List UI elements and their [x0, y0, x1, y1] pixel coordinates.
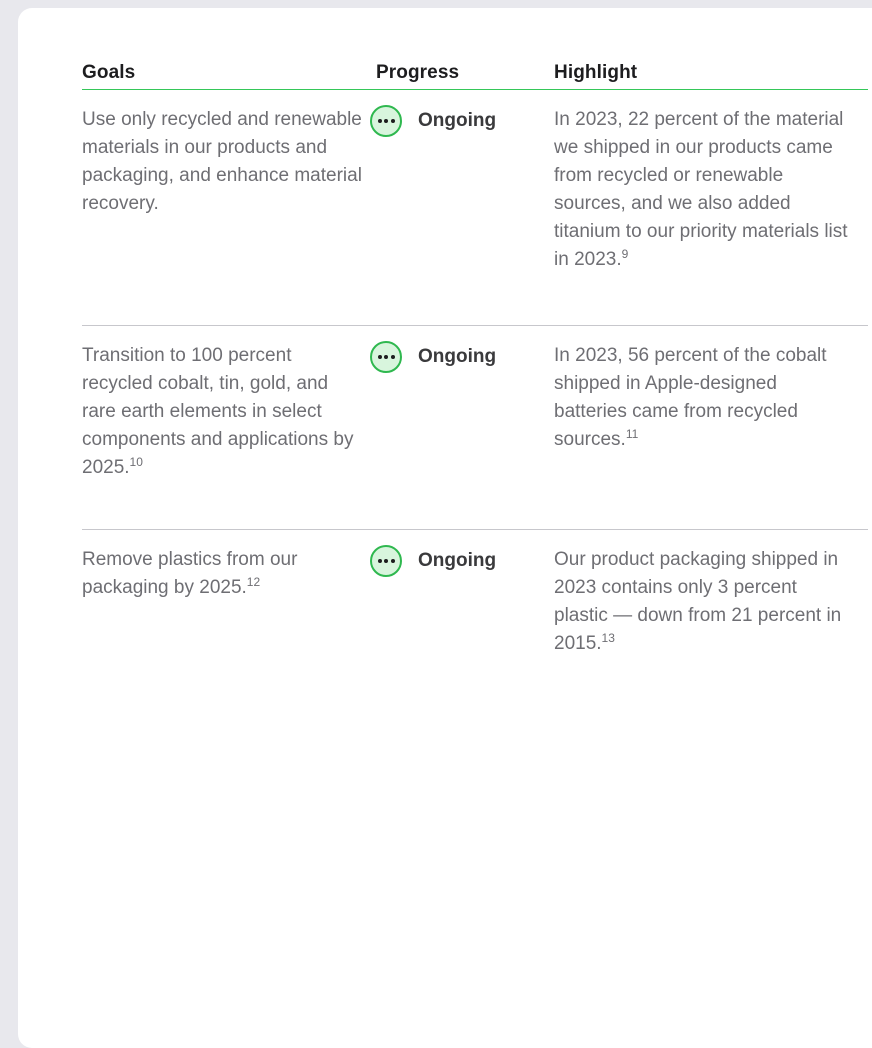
- table-row: Use only recycled and renewable material…: [82, 90, 868, 326]
- goal-text: Remove plastics from our packaging by 20…: [82, 549, 298, 598]
- highlight-text: Our product packaging shipped in 2023 co…: [554, 549, 842, 654]
- content-card: Goals Progress Highlight Use only recycl…: [18, 8, 872, 1048]
- highlight-cell: In 2023, 22 percent of the material we s…: [554, 106, 854, 274]
- progress-cell: Ongoing: [370, 105, 497, 137]
- ellipsis-circle-icon: [370, 545, 402, 577]
- status-label: Ongoing: [418, 346, 497, 367]
- footnote-ref[interactable]: 11: [626, 427, 638, 441]
- progress-cell: Ongoing: [370, 545, 497, 577]
- ellipsis-circle-icon: [370, 105, 402, 137]
- header-progress: Progress: [376, 62, 460, 83]
- highlight-cell: In 2023, 56 percent of the cobalt shippe…: [554, 342, 854, 454]
- header-highlight: Highlight: [554, 62, 638, 83]
- highlight-text: In 2023, 56 percent of the cobalt shippe…: [554, 345, 827, 450]
- goal-cell: Transition to 100 percent recycled cobal…: [82, 342, 367, 482]
- table-row: Transition to 100 percent recycled cobal…: [82, 326, 868, 530]
- goal-cell: Use only recycled and renewable material…: [82, 106, 367, 218]
- table-header: Goals Progress Highlight: [82, 60, 868, 90]
- status-label: Ongoing: [418, 110, 497, 131]
- highlight-text: In 2023, 22 percent of the material we s…: [554, 109, 848, 270]
- highlight-cell: Our product packaging shipped in 2023 co…: [554, 546, 854, 658]
- footnote-ref[interactable]: 10: [130, 455, 143, 469]
- status-label: Ongoing: [418, 550, 497, 571]
- goal-cell: Remove plastics from our packaging by 20…: [82, 546, 367, 602]
- table-row: Remove plastics from our packaging by 20…: [82, 530, 868, 690]
- footnote-ref[interactable]: 12: [247, 575, 260, 589]
- footnote-ref[interactable]: 13: [602, 631, 615, 645]
- goals-table: Goals Progress Highlight Use only recycl…: [82, 60, 868, 690]
- goal-text: Use only recycled and renewable material…: [82, 109, 362, 214]
- goal-text: Transition to 100 percent recycled cobal…: [82, 345, 354, 478]
- progress-cell: Ongoing: [370, 341, 497, 373]
- footnote-ref[interactable]: 9: [622, 247, 629, 261]
- header-goals: Goals: [82, 62, 136, 83]
- ellipsis-circle-icon: [370, 341, 402, 373]
